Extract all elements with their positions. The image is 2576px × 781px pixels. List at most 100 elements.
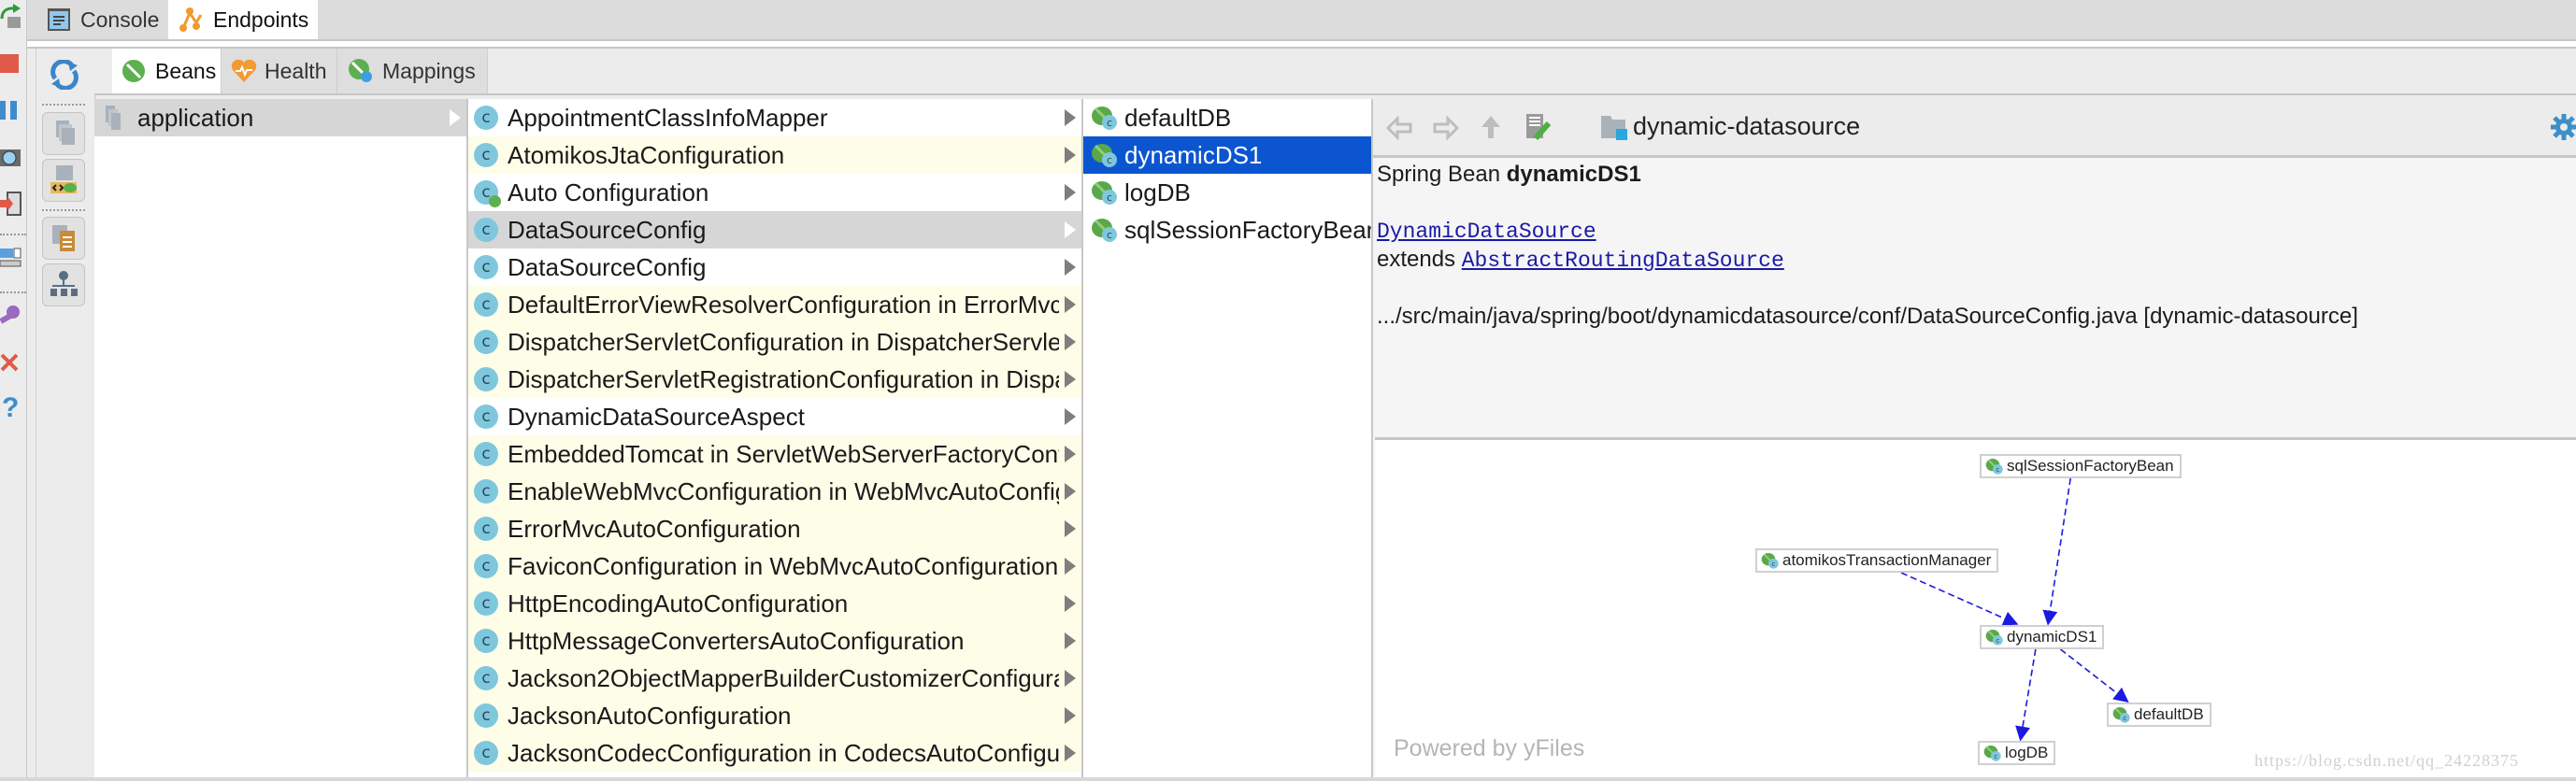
toolbar-separator xyxy=(42,104,85,106)
expand-arrow-icon xyxy=(1065,147,1076,163)
bean-list: c defaultDB c dynamicDS1 c logDB c sqlSessionFa… xyxy=(1083,99,1373,777)
show-config-files-button[interactable] xyxy=(42,159,85,202)
list-item-bean[interactable]: c defaultDB xyxy=(1083,99,1371,136)
run-toolbar: ? xyxy=(0,0,27,781)
show-doc-button[interactable] xyxy=(42,217,85,260)
up-arrow-icon[interactable] xyxy=(1480,114,1502,140)
refresh-icon[interactable] xyxy=(50,60,79,90)
list-item-bean[interactable]: c sqlSessionFactoryBean xyxy=(1083,211,1371,248)
tab-separator xyxy=(27,41,2576,49)
expand-arrow-icon xyxy=(1065,632,1076,649)
extends-label: extends xyxy=(1377,247,1456,272)
expand-arrow-icon xyxy=(1065,408,1076,425)
list-item-configuration[interactable]: c DefaultErrorViewResolverConfiguration i… xyxy=(468,286,1081,323)
list-item-configuration[interactable]: c JacksonAutoConfiguration xyxy=(468,697,1081,734)
list-item-configuration[interactable]: c DispatcherServletRegistrationConfigurat… xyxy=(468,361,1081,398)
endpoints-toolbar xyxy=(36,49,95,781)
bean-class-link[interactable]: DynamicDataSource xyxy=(1377,220,1596,244)
bean-title-prefix: Spring Bean xyxy=(1377,162,1501,187)
gear-icon[interactable] xyxy=(2551,114,2576,140)
list-item-configuration[interactable]: c EnableWebMvcConfiguration in WebMvcAuto… xyxy=(468,473,1081,510)
tab-console[interactable]: Console xyxy=(37,0,169,39)
list-item-configuration[interactable]: c ErrorMvcAutoConfiguration xyxy=(468,510,1081,547)
pause-icon[interactable] xyxy=(0,97,22,123)
list-item-configuration[interactable]: c DataSourceConfig xyxy=(468,211,1081,248)
list-item-configuration[interactable]: c Jackson2ObjectMapperBuilderCustomizerCo… xyxy=(468,660,1081,697)
diagram-node[interactable]: c defaultDB xyxy=(2107,703,2211,727)
diagram-node-label: defaultDB xyxy=(2134,705,2204,723)
expand-arrow-icon xyxy=(1065,296,1076,313)
pin-icon[interactable] xyxy=(0,303,22,329)
tab-beans[interactable]: Beans xyxy=(112,49,222,93)
diagram-node[interactable]: c sqlSessionFactoryBean xyxy=(1980,454,2182,478)
back-arrow-icon[interactable] xyxy=(1386,116,1412,140)
help-icon[interactable]: ? xyxy=(2,392,19,424)
source-path: .../src/main/java/spring/boot/dynamicdat… xyxy=(1377,304,2358,329)
list-item-configuration[interactable]: c HttpEncodingAutoConfiguration xyxy=(468,585,1081,622)
list-item-configuration[interactable]: c DynamicDataSourceAspect xyxy=(468,398,1081,435)
spring-bean-icon: c xyxy=(1092,106,1117,130)
diagram-node-label: logDB xyxy=(2005,744,2049,761)
camera-icon[interactable] xyxy=(0,144,22,170)
spring-bean-icon: c xyxy=(1985,459,2003,475)
show-config-files-icon xyxy=(50,165,77,193)
configuration-label: DataSourceConfig xyxy=(508,252,707,281)
expand-arrow-icon xyxy=(1065,595,1076,612)
layout-icon[interactable] xyxy=(0,245,22,271)
list-item-configuration[interactable]: c AtomikosJtaConfiguration xyxy=(468,136,1081,174)
edit-source-icon[interactable] xyxy=(1524,112,1553,142)
tab-beans-label: Beans xyxy=(155,58,217,83)
diagram-node[interactable]: c dynamicDS1 xyxy=(1980,625,2105,649)
svg-text:c: c xyxy=(1107,154,1112,166)
tab-endpoints[interactable]: Endpoints xyxy=(168,0,318,39)
configuration-label: DynamicDataSourceAspect xyxy=(508,402,805,431)
show-libraries-button[interactable] xyxy=(42,112,85,155)
class-icon: c xyxy=(474,517,498,541)
bean-dependency-diagram[interactable]: c sqlSessionFactoryBean c atomikosTransacti… xyxy=(1375,437,2576,780)
tab-health[interactable]: Health xyxy=(222,49,337,93)
diagram-node[interactable]: c logDB xyxy=(1978,741,2056,765)
list-item-configuration[interactable]: c EmbeddedTomcat in ServletWebServerFacto… xyxy=(468,435,1081,473)
class-icon: c xyxy=(474,479,498,504)
expand-arrow-icon xyxy=(1065,259,1076,276)
list-item-configuration[interactable]: c DispatcherServletConfiguration in Dispa… xyxy=(468,323,1081,361)
diagram-edge xyxy=(2042,477,2071,626)
module-folder-icon xyxy=(1601,116,1627,140)
detail-toolbar: dynamic-datasource xyxy=(1373,99,2576,158)
exit-icon[interactable] xyxy=(0,191,22,217)
rerun-icon[interactable] xyxy=(0,4,22,30)
bean-name: dynamicDS1 xyxy=(1506,162,1641,187)
toolbar-separator xyxy=(42,209,85,211)
class-icon: c xyxy=(474,106,498,130)
list-item-bean[interactable]: c dynamicDS1 xyxy=(1083,136,1371,174)
list-item-configuration[interactable]: c DataSourceConfig xyxy=(468,248,1081,286)
diagram-icon xyxy=(50,271,78,296)
list-item-configuration[interactable]: c AppointmentClassInfoMapper xyxy=(468,99,1081,136)
context-icon xyxy=(106,106,121,130)
diagram-edge xyxy=(2059,648,2129,703)
expand-arrow-icon xyxy=(1065,483,1076,500)
endpoint-tabs: Beans Health Mappings xyxy=(94,49,2576,95)
list-item-configuration[interactable]: c JacksonCodecConfiguration in CodecsAuto… xyxy=(468,734,1081,772)
list-item-configuration[interactable]: c Auto Configuration xyxy=(468,174,1081,211)
superclass-link[interactable]: AbstractRoutingDataSource xyxy=(1462,248,1784,273)
list-item-configuration[interactable]: c HttpMessageConvertersAutoConfiguration xyxy=(468,622,1081,660)
tab-mappings[interactable]: Mappings xyxy=(337,49,488,93)
list-item-context[interactable]: application xyxy=(94,99,466,136)
endpoints-icon xyxy=(179,7,203,32)
forward-arrow-icon[interactable] xyxy=(1433,116,1459,140)
close-icon[interactable] xyxy=(0,349,22,376)
class-icon: c xyxy=(474,703,498,728)
class-icon: c xyxy=(474,367,498,391)
list-item-bean[interactable]: c logDB xyxy=(1083,174,1371,211)
configuration-label: Auto Configuration xyxy=(508,178,709,206)
tab-console-label: Console xyxy=(80,7,160,32)
expand-arrow-icon xyxy=(1065,221,1076,238)
show-doc-icon xyxy=(52,225,75,251)
diagram-button[interactable] xyxy=(42,263,85,306)
bean-label: defaultDB xyxy=(1124,103,1232,132)
stop-icon[interactable] xyxy=(0,50,22,77)
list-item-configuration[interactable]: c FaviconConfiguration in WebMvcAutoConfi… xyxy=(468,547,1081,585)
configuration-label: EnableWebMvcConfiguration in WebMvcAutoC… xyxy=(508,476,1059,505)
diagram-node[interactable]: c atomikosTransactionManager xyxy=(1755,548,1999,573)
